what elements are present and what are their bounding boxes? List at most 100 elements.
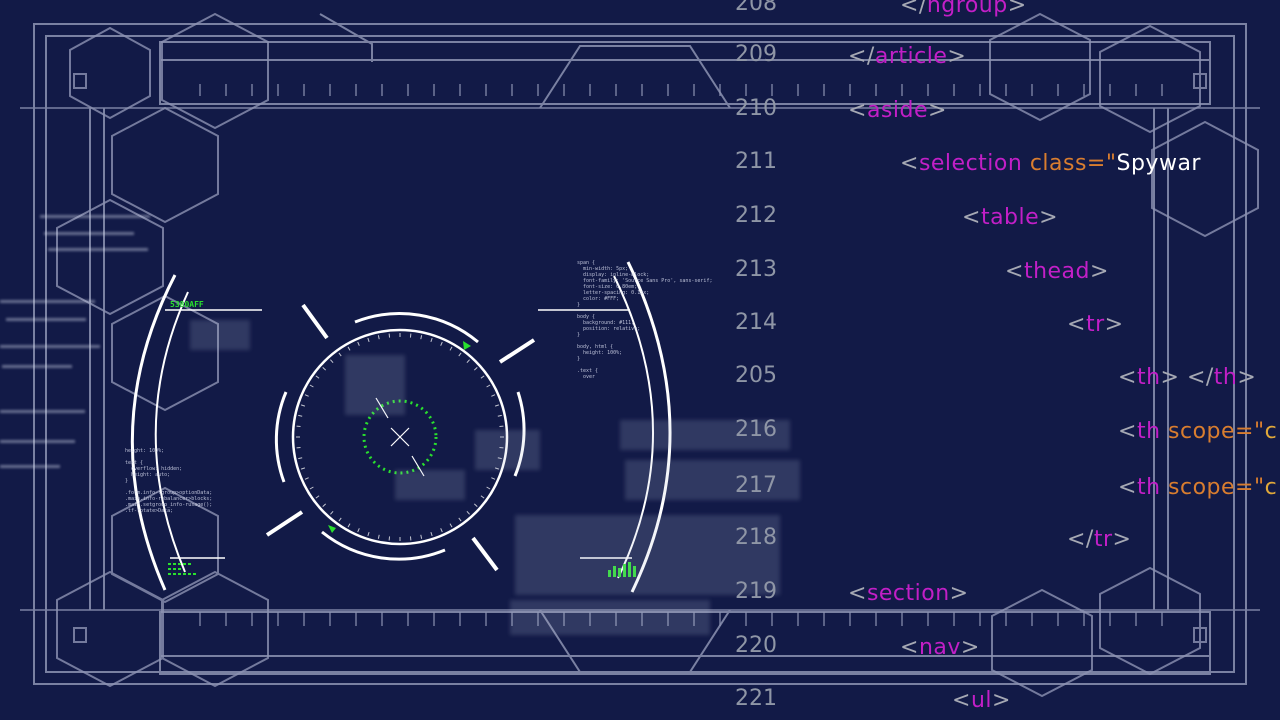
line-number: 221: [735, 686, 777, 711]
code-token: <: [848, 98, 867, 123]
code-token: table: [980, 205, 1040, 230]
ring-tick: [309, 384, 314, 388]
ring-tick: [338, 352, 342, 357]
blur-line: [44, 232, 134, 235]
code-line: <th scope="c: [1118, 419, 1277, 444]
code-token: tr: [1093, 527, 1113, 552]
code-line: <table>: [962, 205, 1058, 230]
code-token: >: [992, 688, 1011, 713]
ring-tick: [449, 523, 453, 528]
ring-tick: [491, 477, 496, 480]
code-token: >: [949, 581, 969, 606]
code-token: >: [928, 98, 947, 123]
blur-line: [0, 300, 95, 303]
code-token: >: [1090, 259, 1109, 284]
ring-tick: [491, 394, 496, 397]
blur-block: [475, 430, 540, 470]
blur-block: [190, 320, 250, 350]
ring-tick: [322, 367, 327, 371]
code-token: class=": [1022, 151, 1117, 176]
ring-tick: [480, 375, 485, 379]
ring-tick: [315, 375, 320, 379]
code-token: <: [900, 151, 919, 176]
ring-tick: [367, 531, 370, 537]
ring-tick: [430, 531, 433, 537]
ring-tick: [377, 335, 380, 340]
ring-tick: [440, 341, 443, 346]
line-number: 214: [735, 310, 777, 335]
line-number: 216: [735, 417, 777, 442]
ring-tick: [458, 352, 462, 357]
code-token: </: [848, 44, 875, 69]
blur-line: [0, 345, 100, 348]
ring-tick: [458, 517, 462, 522]
code-token: hgroup: [926, 0, 1008, 18]
blur-line: [0, 440, 75, 443]
ring-tick: [347, 523, 351, 528]
blur-line: [0, 465, 60, 468]
ring-tick: [486, 384, 491, 388]
code-token: article: [874, 44, 948, 69]
line-number: 213: [735, 257, 777, 282]
ring-tick: [486, 486, 491, 490]
code-line: <selection class="Spywar: [900, 151, 1201, 176]
ring-tick: [473, 367, 478, 371]
code-line: <nav>: [900, 635, 980, 660]
ring-tick: [315, 495, 320, 499]
line-number: 208: [735, 0, 777, 16]
blur-line: [48, 248, 148, 251]
code-token: >: [947, 44, 967, 69]
ring-tick: [430, 337, 433, 343]
ring-tick: [497, 414, 502, 417]
ring-tick: [304, 394, 309, 397]
ring-tick: [466, 359, 470, 364]
code-line: <ul>: [952, 688, 1011, 713]
code-token: <: [1118, 475, 1137, 500]
ring-tick: [466, 510, 470, 515]
line-number: 212: [735, 203, 777, 228]
code-token: >: [1104, 312, 1124, 337]
ring-tick: [330, 510, 334, 515]
code-token: Spywar: [1116, 151, 1201, 176]
code-token: </: [1067, 527, 1094, 552]
code-token: thead: [1023, 259, 1090, 284]
code-line: <aside>: [848, 98, 947, 123]
code-token: <: [962, 205, 981, 230]
code-token: <: [848, 581, 867, 606]
blur-line: [40, 215, 150, 218]
ring-tick: [298, 414, 303, 417]
ring-tick: [300, 404, 306, 407]
ring-tick: [357, 341, 360, 346]
code-token: </: [900, 0, 927, 18]
code-token: selection: [918, 151, 1023, 176]
line-number: 209: [735, 42, 777, 67]
code-line: <tr>: [1067, 312, 1124, 337]
code-token: c: [1264, 419, 1278, 444]
ring-tick: [347, 346, 351, 351]
code-token: scope=": [1160, 475, 1265, 500]
code-token: <: [1067, 312, 1086, 337]
code-token: <: [900, 635, 919, 660]
code-token: >: [1237, 365, 1257, 390]
blur-line: [0, 410, 85, 413]
code-line: <th> </th>: [1118, 365, 1256, 390]
ring-tick: [480, 495, 485, 499]
code-token: scope=": [1160, 419, 1265, 444]
ring-tick: [300, 467, 306, 470]
line-number: 220: [735, 633, 777, 658]
code-token: > </: [1160, 365, 1214, 390]
code-token: nav: [918, 635, 961, 660]
line-number: 218: [735, 525, 777, 550]
code-line: </article>: [848, 44, 966, 69]
code-token: >: [1007, 0, 1027, 18]
ring-tick: [330, 359, 334, 364]
blur-block: [395, 470, 465, 500]
ring-tick: [420, 534, 423, 539]
ring-tick: [338, 517, 342, 522]
code-token: tr: [1085, 312, 1105, 337]
code-line: <th scope="c: [1118, 475, 1277, 500]
code-token: c: [1264, 475, 1278, 500]
ring-tick: [309, 486, 314, 490]
hex-label: 5380AFF: [170, 300, 204, 309]
line-number: 211: [735, 149, 777, 174]
